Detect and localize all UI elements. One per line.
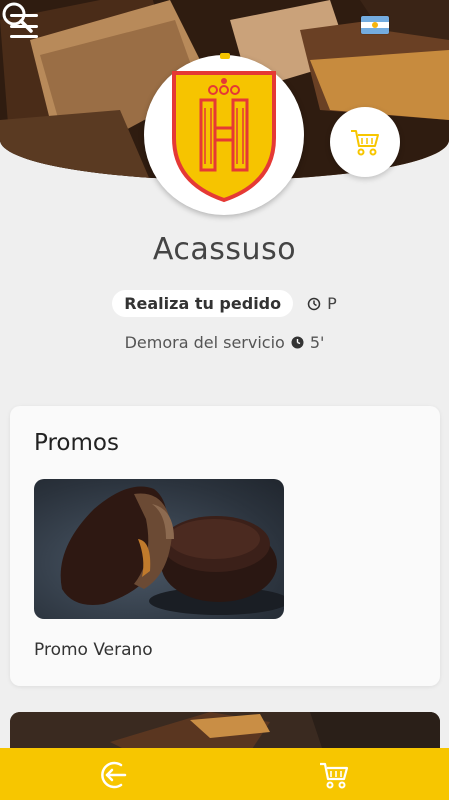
flag-band-bottom	[361, 28, 389, 34]
store-name: Acassuso	[152, 232, 297, 267]
cart-icon	[351, 130, 379, 156]
bottom-nav	[0, 748, 449, 800]
order-row: Realiza tu pedido P	[0, 290, 449, 317]
order-button[interactable]: Realiza tu pedido	[112, 290, 294, 317]
cart-icon[interactable]	[318, 759, 350, 791]
store-status: P	[307, 294, 337, 313]
argentina-flag-icon[interactable]	[361, 16, 389, 34]
clock-icon	[307, 297, 321, 310]
logout-icon[interactable]	[99, 759, 131, 791]
cart-button[interactable]	[330, 107, 400, 177]
hamburger-icon-line	[10, 35, 38, 38]
store-logo	[144, 55, 304, 215]
delay-row: Demora del servicio 5'	[0, 333, 449, 352]
promos-title: Promos	[34, 430, 119, 456]
clock-icon	[291, 336, 304, 349]
flag-sun	[372, 22, 378, 28]
havanna-h-crest-logo	[172, 70, 276, 202]
chocolate-alfajores-photo	[60, 486, 284, 615]
flag-band-middle	[361, 22, 389, 28]
status-text: P	[327, 294, 337, 313]
logo-notch	[220, 53, 230, 59]
promo-image[interactable]	[34, 479, 284, 619]
promo-name[interactable]: Promo Verano	[34, 640, 153, 660]
delay-value: 5'	[309, 333, 325, 352]
search-icon[interactable]	[0, 0, 34, 34]
delay-label: Demora del servicio	[124, 333, 285, 352]
promos-card: Promos Promo Verano	[10, 406, 440, 686]
